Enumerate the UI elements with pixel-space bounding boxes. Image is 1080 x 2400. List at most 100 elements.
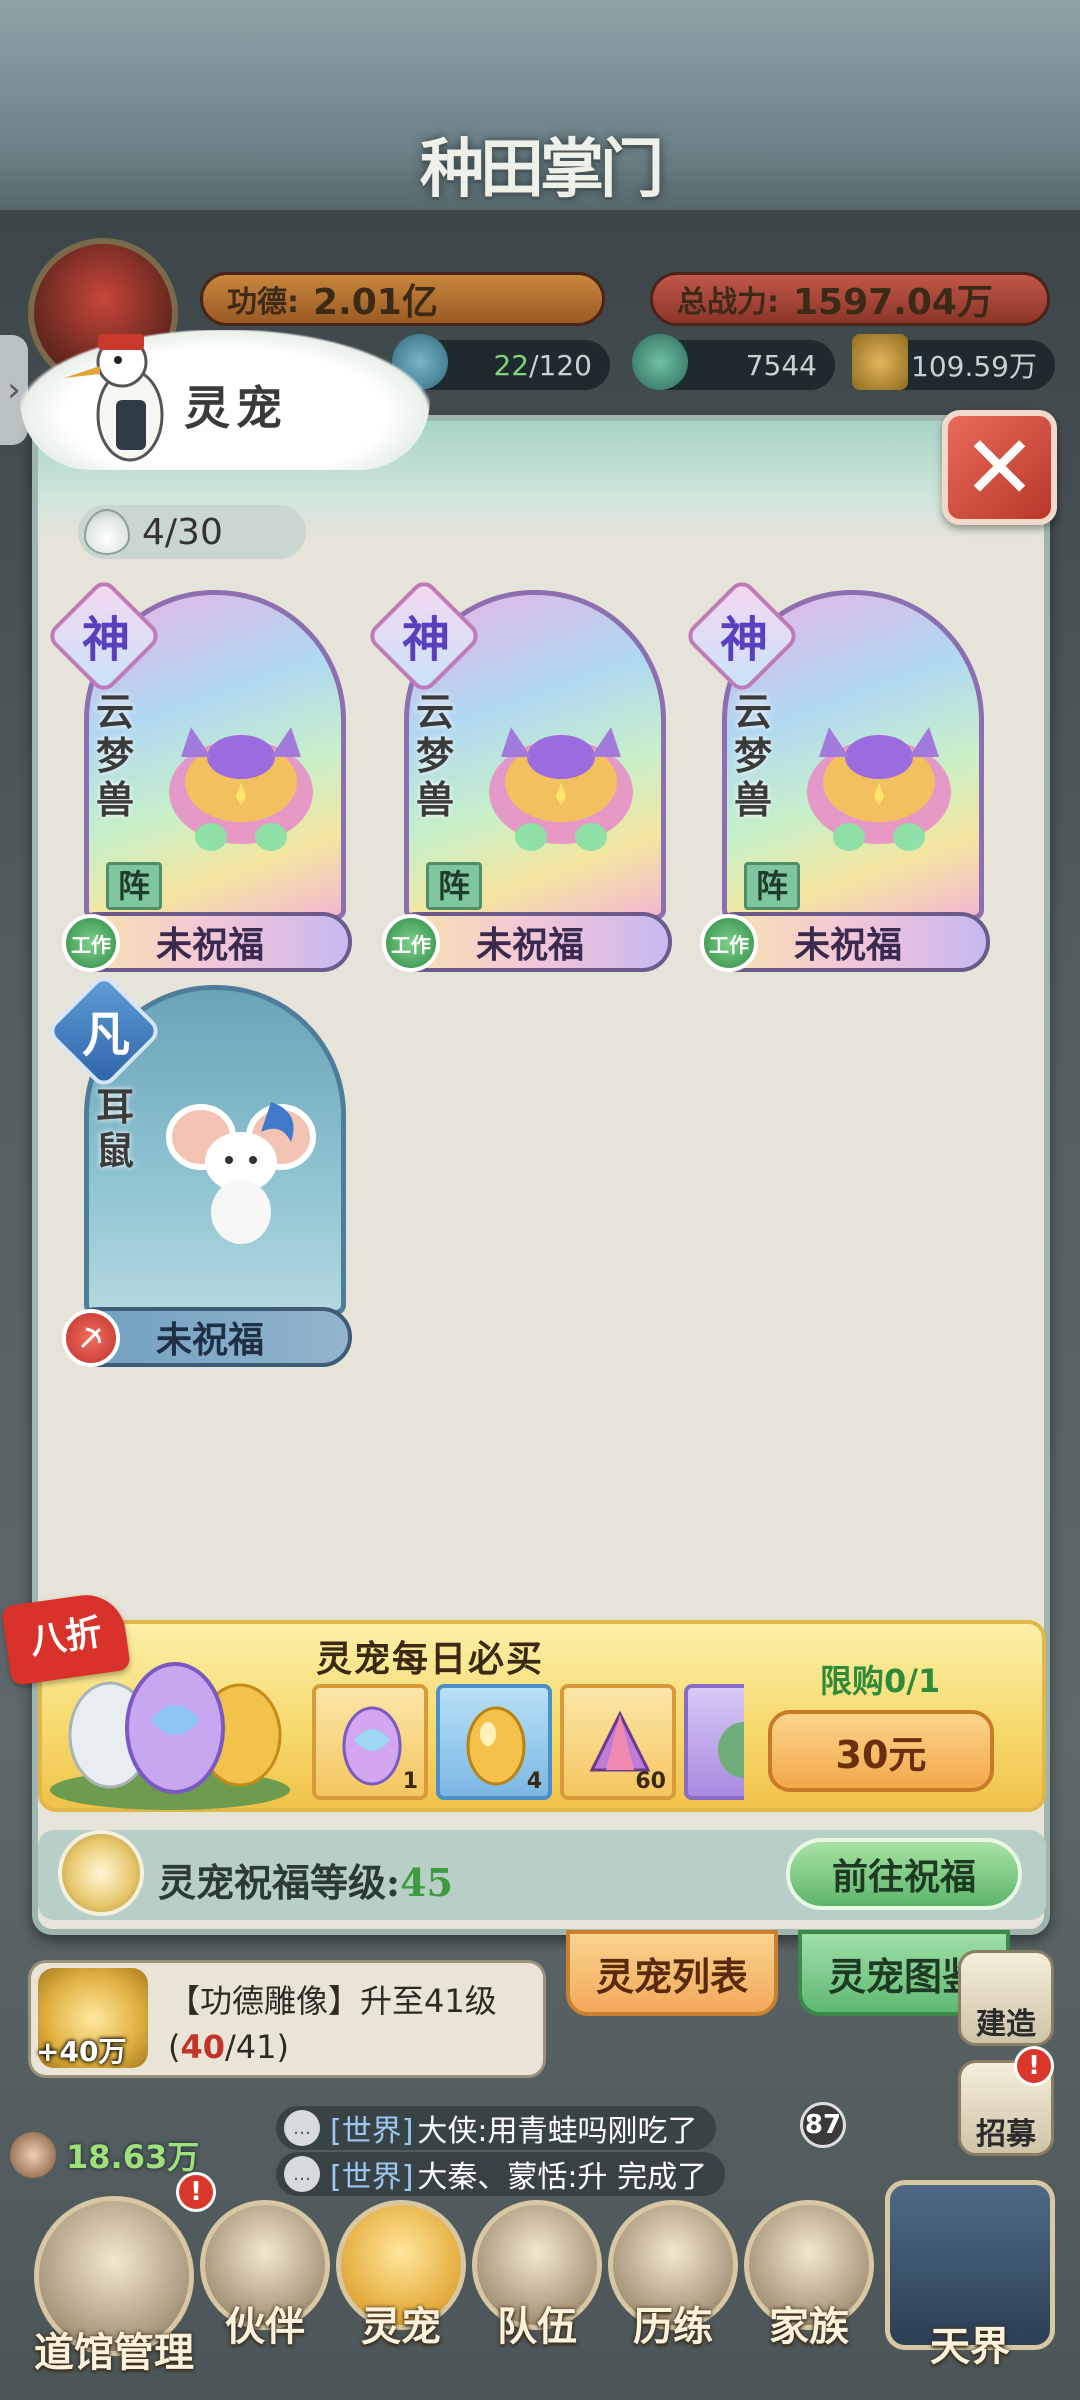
shop-item[interactable]: 1 (312, 1684, 428, 1800)
pet-name: 云梦兽 (96, 689, 135, 822)
rarity-char: 神 (401, 612, 450, 668)
work-status-icon: 工作 (382, 914, 440, 972)
work-status-icon: 工作 (700, 914, 758, 972)
recruit-label: 招募 (976, 2117, 1036, 2152)
shop-item[interactable]: 2 (684, 1684, 744, 1800)
cloud-dream-beast-icon (169, 727, 313, 851)
chat-bubble-icon: … (284, 2110, 320, 2146)
quest-text: 【功德雕像】升至41级(40/41) (168, 1978, 528, 2070)
buy-button[interactable]: 30元 (768, 1710, 994, 1792)
item-qty: 4 (526, 1769, 542, 1794)
rainbow-egg-icon (342, 1706, 402, 1786)
bless-level: 灵宠祝福等级:45 (158, 1852, 453, 1907)
formation-tag: 阵 (426, 862, 482, 910)
quest-progress-current: 40 (180, 2028, 226, 2066)
nav-label: 天界 (930, 2323, 1010, 2370)
power-stat: 总战力: 1597.04万 (650, 272, 1050, 326)
jade-value: 7544 (745, 348, 817, 382)
rarity-char: 神 (81, 612, 130, 668)
merit-value: 2.01亿 (313, 282, 438, 323)
rarity-char: 神 (719, 612, 768, 668)
quest-progress-total: /41) (225, 2028, 289, 2066)
chat-unread-badge: 87 (800, 2102, 846, 2148)
work-status-icon: 工作 (62, 914, 120, 972)
pet-card[interactable]: 神 云梦兽 阵 未祝福 工作 (364, 576, 672, 972)
coin-value: 109.59万 (911, 350, 1037, 383)
goto-bless-button[interactable]: 前往祝福 (786, 1838, 1022, 1910)
lotus-icon (58, 1830, 144, 1916)
item-qty: 60 (635, 1769, 666, 1794)
bless-level-label: 灵宠祝福等级: (158, 1860, 401, 1905)
pet-name: 云梦兽 (416, 689, 455, 822)
resource-jade[interactable]: 7544 (632, 334, 835, 390)
shop-items-row[interactable]: 1 4 60 2 (312, 1684, 744, 1802)
egg-bundle-icon (50, 1662, 290, 1810)
spirit-flame-icon (84, 509, 130, 555)
hunt-status-icon (62, 1309, 120, 1367)
shop-title: 灵宠每日必买 (316, 1638, 545, 1680)
pet-count: 4/30 (78, 505, 306, 559)
chat-text: 大侠:用青蛙吗刚吃了 (417, 2114, 698, 2149)
formation-tag: 阵 (106, 862, 162, 910)
purchase-limit: 限购0/1 (820, 1662, 941, 1700)
nav-partner[interactable]: 伙伴 (200, 2200, 330, 2352)
chat-channel: [世界] (330, 2114, 414, 2149)
formation-tag: 阵 (744, 862, 800, 910)
quest-reward: +40万 (36, 2035, 127, 2068)
power-value: 1597.04万 (793, 282, 993, 323)
panel-title: 灵宠 (184, 381, 288, 435)
chat-message[interactable]: … [世界] 大秦、蒙恬:升 完成了 (276, 2152, 726, 2196)
chat-channel: [世界] (330, 2160, 414, 2195)
shop-item[interactable]: 4 (436, 1684, 552, 1800)
golden-egg-icon (466, 1706, 526, 1786)
tab-pet-list[interactable]: 灵宠列表 (566, 1930, 778, 2016)
stamina-current: 22 (493, 348, 530, 382)
nav-training[interactable]: 历练 (608, 2200, 738, 2352)
crane-mascot-icon (64, 334, 164, 462)
nav-hall-management[interactable]: 道馆管理 (24, 2196, 204, 2378)
build-button[interactable]: 建造 (958, 1950, 1054, 2046)
nav-clan[interactable]: 家族 (744, 2200, 874, 2352)
resource-coin[interactable]: 109.59万 (852, 334, 1055, 390)
crossed-bow-icon (80, 1327, 102, 1349)
chat-message[interactable]: … [世界] 大侠:用青蛙吗刚吃了 (276, 2106, 716, 2150)
merit-label: 功德: (227, 285, 299, 320)
nav-label: 伙伴 (225, 2303, 305, 2350)
chevron-right-icon: › (7, 370, 21, 410)
cloud-dream-beast-icon (807, 727, 951, 851)
game-logo: 种田掌门人 (420, 132, 664, 299)
merit-stat: 功德: 2.01亿 (200, 272, 605, 326)
cloud-dream-beast-icon (489, 727, 633, 851)
ear-mouse-icon (166, 1102, 316, 1244)
pet-name: 云梦兽 (734, 689, 773, 822)
chat-text: 大秦、蒙恬:升 完成了 (417, 2160, 708, 2195)
nav-label: 队伍 (497, 2303, 577, 2350)
item-qty: 1 (402, 1769, 418, 1794)
jade-icon (632, 334, 688, 390)
pet-card[interactable]: 神 云梦兽 阵 未祝福 工作 (44, 576, 352, 972)
recruit-alert-badge: ! (1014, 2046, 1054, 2086)
resource-stamina[interactable]: 22 /120 (392, 334, 610, 390)
close-button[interactable]: ✕ (942, 410, 1057, 525)
power-label: 总战力: (677, 285, 779, 320)
nav-label: 家族 (769, 2303, 849, 2350)
nav-label: 道馆管理 (34, 2329, 194, 2376)
nav-label: 历练 (633, 2303, 713, 2350)
bless-level-value: 45 (400, 1860, 453, 1905)
coin-display: 18.63万 (10, 2130, 199, 2180)
nav-spirit-pet[interactable]: 灵宠 (336, 2200, 466, 2352)
close-icon: ✕ (962, 415, 1037, 519)
pet-card[interactable]: 神 云梦兽 阵 未祝福 工作 (682, 576, 990, 972)
pet-card[interactable]: 凡 耳鼠 未祝福 (44, 971, 352, 1367)
coin-icon (852, 334, 908, 390)
stamina-max: /120 (529, 348, 592, 382)
coin-amount: 18.63万 (66, 2138, 200, 2176)
mini-avatar (10, 2132, 56, 2178)
nav-label: 灵宠 (361, 2303, 441, 2350)
nav-team[interactable]: 队伍 (472, 2200, 602, 2352)
shop-item[interactable]: 60 (560, 1684, 676, 1800)
chat-bubble-icon: … (284, 2156, 320, 2192)
pet-name: 耳鼠 (96, 1084, 135, 1173)
green-item-icon (718, 1722, 744, 1778)
nav-heaven[interactable]: 天界 (880, 2180, 1060, 2372)
